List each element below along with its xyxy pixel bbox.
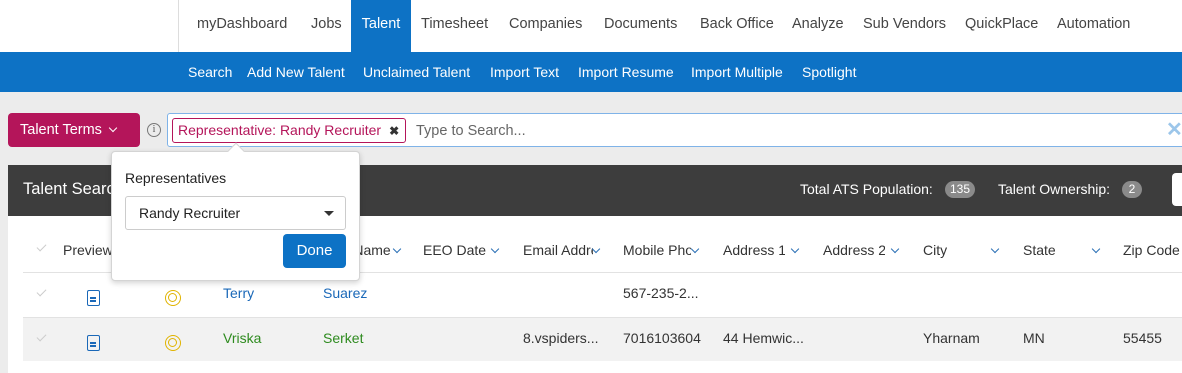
column-address-1[interactable]: Address 1	[723, 216, 785, 284]
sub-navigation: Search Add New Talent Unclaimed Talent I…	[0, 52, 1182, 92]
talent-terms-label: Talent Terms	[20, 122, 102, 138]
filter-chip-label: Representative: Randy Recruiter	[178, 122, 382, 138]
table-row-background	[23, 318, 1182, 361]
nav-companies[interactable]: Companies	[509, 0, 582, 52]
nav-automation[interactable]: Automation	[1057, 0, 1130, 52]
clear-search-icon[interactable]: ✕	[1166, 118, 1182, 142]
nav-documents[interactable]: Documents	[604, 0, 677, 52]
cell-last-name[interactable]: Suarez	[323, 285, 367, 301]
column-zip-code[interactable]: Zip Code	[1123, 216, 1180, 284]
search-input[interactable]	[416, 120, 1116, 142]
cell-first-name[interactable]: Terry	[223, 285, 254, 301]
subnav-import-text[interactable]: Import Text	[490, 52, 559, 93]
filter-chip[interactable]: Representative: Randy Recruiter ✖	[172, 118, 407, 143]
subnav-add-new-talent[interactable]: Add New Talent	[247, 52, 345, 93]
ownership-label: Talent Ownership:	[998, 181, 1111, 197]
top-navigation: myDashboard Jobs Talent Timesheet Compan…	[0, 0, 1182, 52]
talent-terms-button[interactable]: Talent Terms	[8, 113, 140, 147]
nav-analyze[interactable]: Analyze	[792, 0, 844, 52]
subnav-search[interactable]: Search	[188, 52, 232, 93]
nav-sub-vendors[interactable]: Sub Vendors	[863, 0, 946, 52]
panel-title: Talent Search	[23, 180, 124, 198]
column-city[interactable]: City	[923, 216, 947, 284]
representatives-popover: Representatives Randy Recruiter Done	[111, 142, 360, 281]
nav-back-office[interactable]: Back Office	[700, 0, 774, 52]
remove-chip-icon[interactable]: ✖	[389, 124, 399, 138]
ownership-badge: 2	[1122, 181, 1142, 198]
subnav-import-multiple[interactable]: Import Multiple	[691, 52, 783, 93]
header-action-button[interactable]	[1172, 173, 1182, 206]
chevron-down-icon	[108, 123, 118, 133]
representative-select-value: Randy Recruiter	[139, 205, 241, 221]
cell-state: MN	[1023, 330, 1045, 346]
subnav-import-resume[interactable]: Import Resume	[578, 52, 674, 93]
column-state[interactable]: State	[1023, 216, 1056, 284]
caret-down-icon	[324, 211, 334, 216]
cell-first-name[interactable]: Vriska	[223, 330, 261, 346]
cell-mobile-phone: 7016103604	[623, 330, 701, 346]
column-address-2[interactable]: Address 2	[823, 216, 885, 284]
info-icon[interactable]: i	[147, 123, 161, 137]
target-icon[interactable]	[165, 335, 181, 351]
cell-last-name[interactable]: Serket	[323, 330, 363, 346]
cell-address-1: 44 Hemwic...	[723, 330, 804, 346]
nav-quickplace[interactable]: QuickPlace	[965, 0, 1038, 52]
column-email-address[interactable]: Email Address	[523, 216, 593, 284]
subnav-unclaimed-talent[interactable]: Unclaimed Talent	[363, 52, 470, 93]
subnav-spotlight[interactable]: Spotlight	[802, 52, 856, 93]
cell-mobile-phone: 567-235-2...	[623, 285, 699, 301]
column-mobile-phone[interactable]: Mobile Phone	[623, 216, 691, 284]
nav-jobs[interactable]: Jobs	[311, 0, 342, 52]
cell-zip: 55455	[1123, 330, 1162, 346]
nav-timesheet[interactable]: Timesheet	[421, 0, 488, 52]
nav-divider	[178, 0, 179, 52]
nav-mydashboard[interactable]: myDashboard	[197, 0, 287, 52]
population-badge: 135	[945, 181, 975, 198]
document-icon[interactable]	[87, 335, 100, 351]
cell-city: Yharnam	[923, 330, 980, 346]
cell-email: 8.vspiders...	[523, 330, 599, 346]
representatives-label: Representatives	[125, 170, 227, 186]
representative-select[interactable]: Randy Recruiter	[125, 196, 346, 230]
done-button[interactable]: Done	[283, 234, 346, 268]
population-label: Total ATS Population:	[800, 181, 933, 197]
search-box: Representative: Randy Recruiter ✖ ✕	[167, 113, 1182, 147]
document-icon[interactable]	[87, 290, 100, 306]
nav-talent[interactable]: Talent	[351, 0, 411, 52]
column-eeo-date[interactable]: EEO Date	[423, 216, 486, 284]
column-preview: Preview	[63, 242, 113, 258]
target-icon[interactable]	[165, 290, 181, 306]
